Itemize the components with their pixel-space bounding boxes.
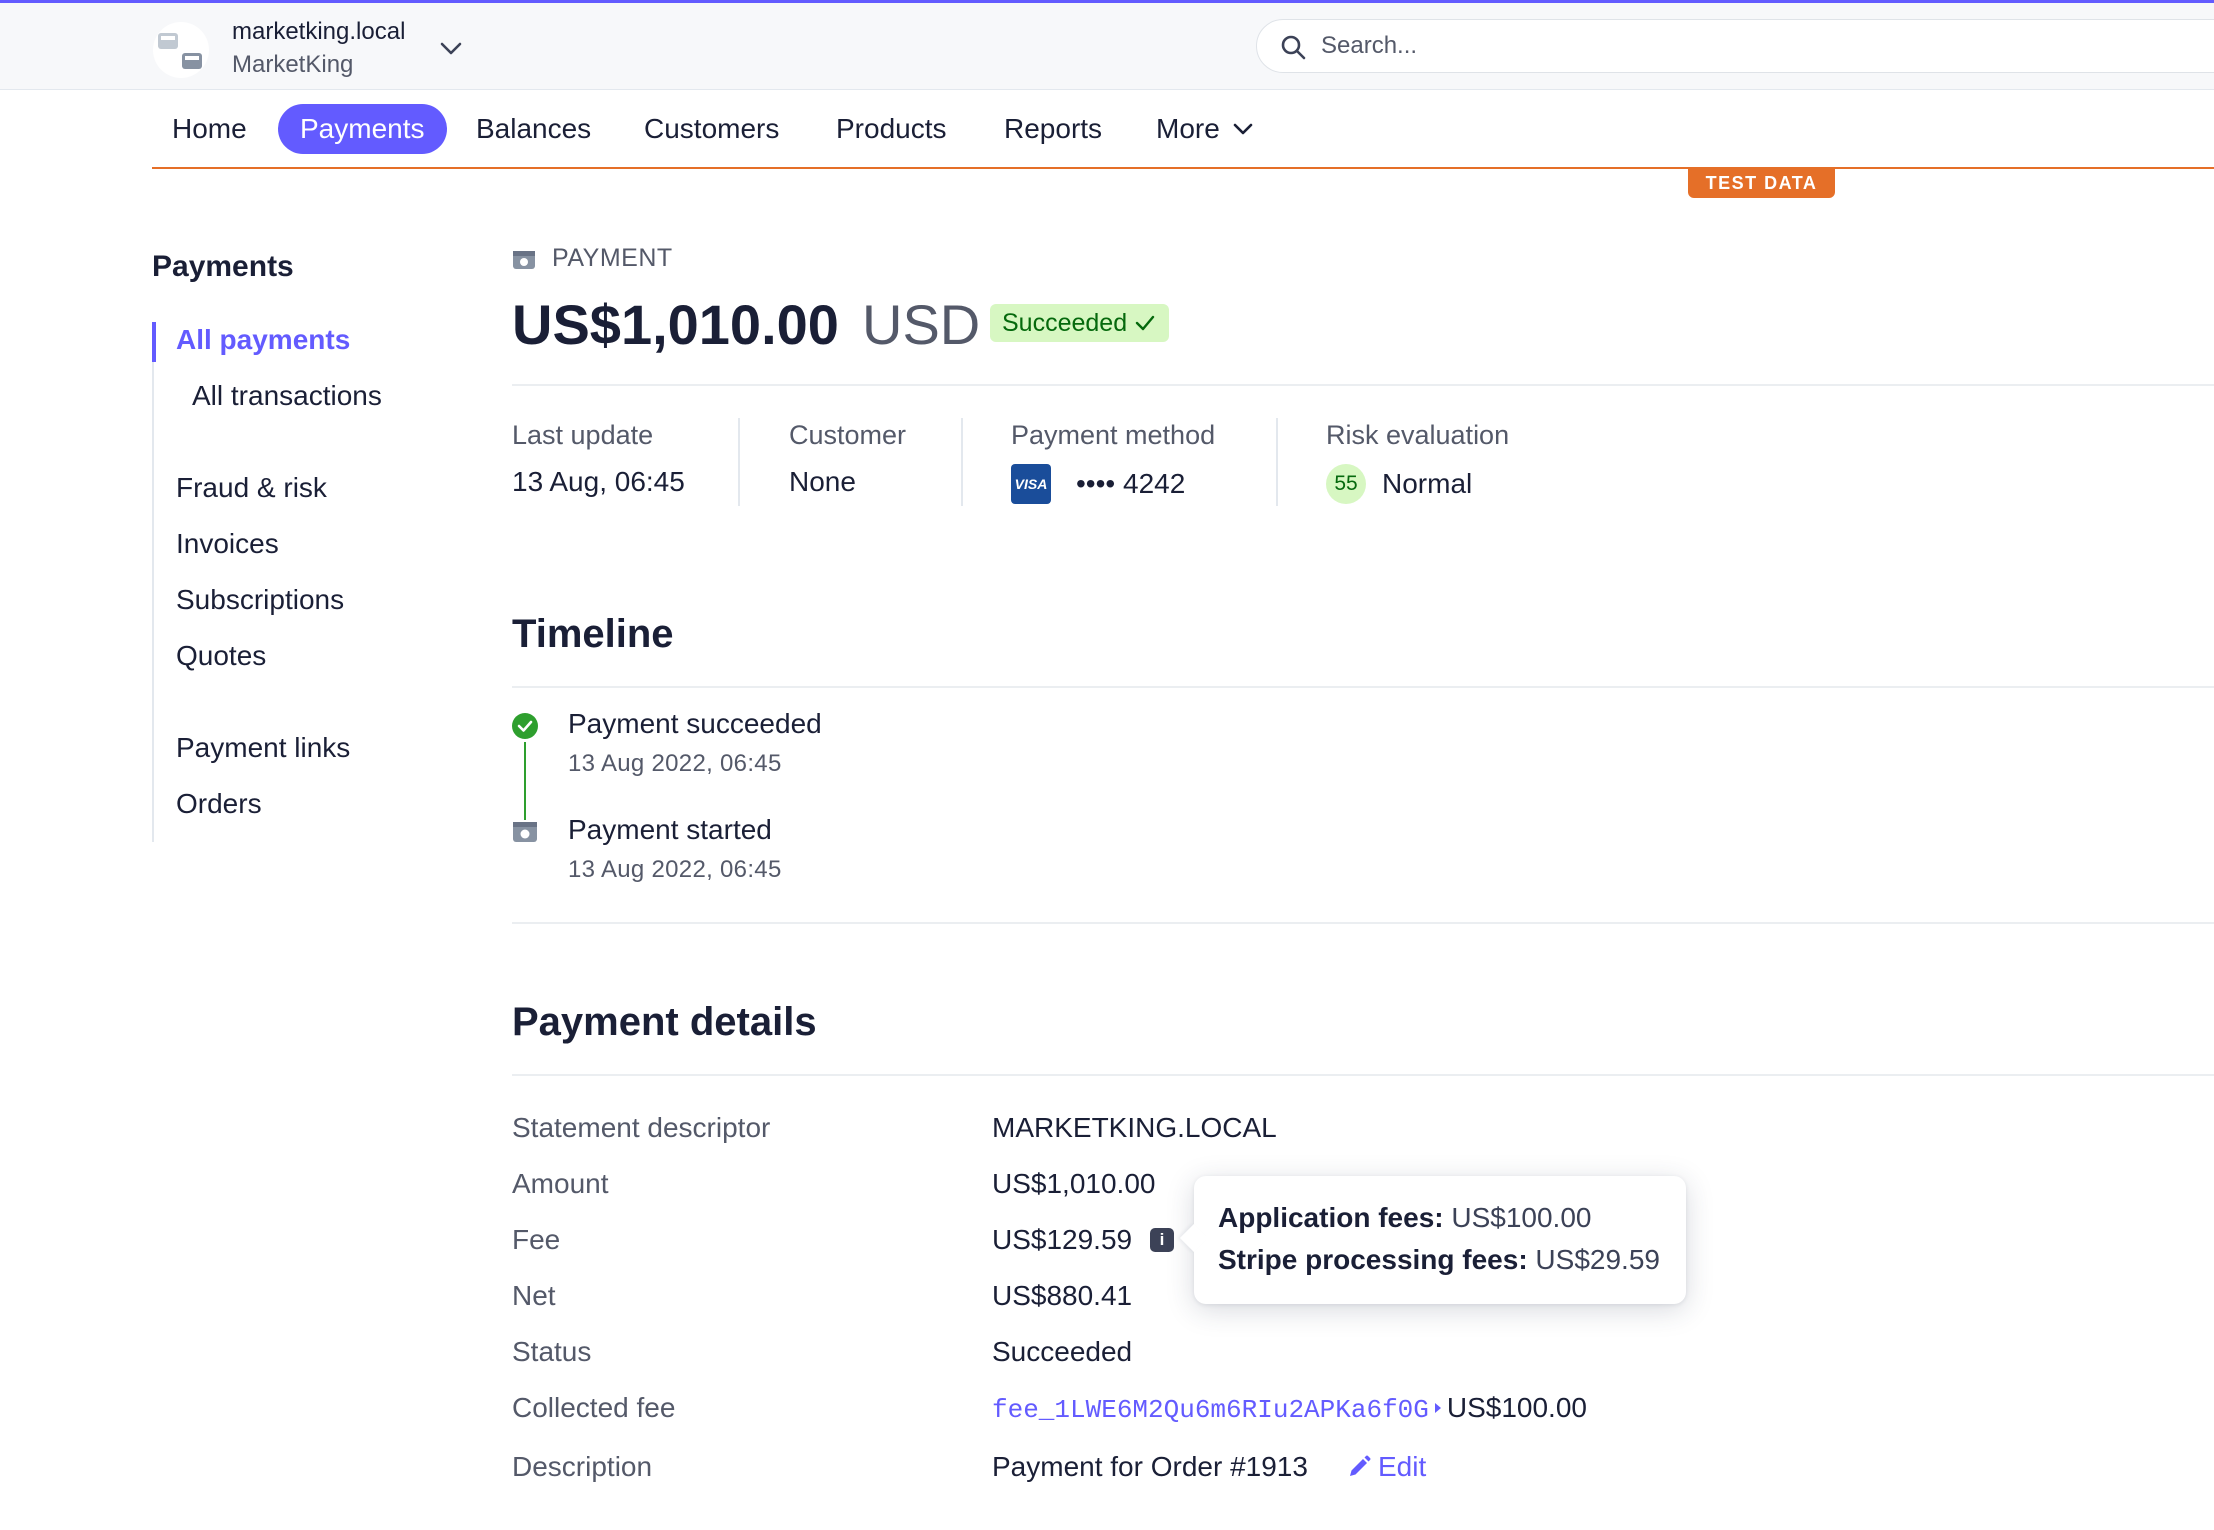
timeline-event-title: Payment started — [568, 814, 772, 845]
risk-score-badge[interactable]: 55 — [1326, 464, 1366, 504]
tooltip-arrow — [1179, 1223, 1209, 1253]
sidebar-item-quotes[interactable]: Quotes — [176, 640, 266, 672]
timeline-event-time: 13 Aug 2022, 06:45 — [568, 856, 782, 883]
amount-value: US$1,010.00 — [992, 1168, 1156, 1199]
collected-fee-link[interactable]: fee_1LWE6M2Qu6m6RIu2APKa6f0G — [992, 1395, 1429, 1425]
customer-value[interactable]: None — [789, 466, 856, 498]
chevron-down-icon — [1233, 123, 1253, 135]
search-box[interactable] — [1256, 19, 2214, 73]
edit-label: Edit — [1378, 1451, 1427, 1482]
timeline-event-title: Payment succeeded — [568, 708, 822, 739]
payment-icon — [513, 251, 535, 269]
processing-fees-label: Stripe processing fees: — [1218, 1244, 1528, 1275]
application-fees-label: Application fees: — [1218, 1202, 1444, 1233]
tab-balances[interactable]: Balances — [454, 104, 613, 154]
sidebar-item-all-payments[interactable]: All payments — [176, 324, 350, 356]
customer-label: Customer — [789, 420, 907, 450]
store-icon[interactable] — [152, 21, 210, 79]
detail-label: Fee — [512, 1224, 561, 1255]
divider — [961, 418, 963, 506]
statement-descriptor-value: MARKETKING.LOCAL — [992, 1112, 1277, 1143]
divider — [512, 686, 2214, 688]
tab-reports[interactable]: Reports — [982, 104, 1124, 154]
tab-home[interactable]: Home — [150, 104, 269, 154]
payment-kicker: PAYMENT — [552, 244, 673, 272]
check-circle-icon — [512, 713, 538, 739]
divider — [512, 1074, 2214, 1076]
account-name[interactable]: MarketKing — [232, 51, 353, 79]
top-bar: marketking.local MarketKing — [0, 3, 2214, 90]
search-icon — [1281, 35, 1306, 60]
test-mode-line — [152, 167, 2214, 169]
detail-label: Amount — [512, 1168, 609, 1199]
collected-fee-value: fee_1LWE6M2Qu6m6RIu2APKa6f0G US$100.00 — [992, 1392, 1587, 1425]
visa-card-icon: VISA — [1011, 464, 1051, 504]
test-data-badge: TEST DATA — [1688, 168, 1835, 198]
detail-label: Collected fee — [512, 1392, 676, 1423]
timeline-event-time: 13 Aug 2022, 06:45 — [568, 750, 782, 777]
processing-fees-value: US$29.59 — [1527, 1244, 1660, 1275]
risk-level[interactable]: Normal — [1382, 468, 1472, 500]
tab-payments[interactable]: Payments — [278, 104, 447, 154]
last-update-value: 13 Aug, 06:45 — [512, 466, 685, 497]
sidebar-item-subscriptions[interactable]: Subscriptions — [176, 584, 344, 616]
sidebar-item-orders[interactable]: Orders — [176, 788, 262, 820]
collected-fee-amount: US$100.00 — [1446, 1392, 1587, 1423]
application-fees-row: Application fees: US$100.00 — [1218, 1202, 1591, 1234]
fee-breakdown-tooltip: Application fees: US$100.00 Stripe proce… — [1179, 1176, 1686, 1304]
detail-label: Net — [512, 1280, 556, 1311]
payment-icon — [513, 822, 537, 842]
status-badge: Succeeded — [990, 304, 1170, 342]
sidebar-title: Payments — [152, 250, 294, 283]
payment-amount: US$1,010.00 — [512, 293, 839, 356]
status-badge-label: Succeeded — [1002, 309, 1128, 337]
tab-customers[interactable]: Customers — [622, 104, 801, 154]
checkmark-icon — [1135, 315, 1155, 331]
edit-description-button[interactable]: Edit — [1346, 1451, 1426, 1483]
tab-more[interactable]: More — [1134, 104, 1278, 154]
sidebar-item-all-transactions[interactable]: All transactions — [192, 380, 382, 412]
payment-currency: USD — [862, 293, 981, 356]
payment-method-label: Payment method — [1011, 420, 1216, 450]
processing-fees-row: Stripe processing fees: US$29.59 — [1218, 1244, 1660, 1276]
info-icon[interactable]: i — [1150, 1228, 1174, 1252]
last-update-label: Last update — [512, 420, 654, 450]
chevron-down-icon[interactable] — [436, 33, 466, 63]
timeline-title: Timeline — [512, 612, 674, 656]
net-value: US$880.41 — [992, 1280, 1133, 1311]
timeline-connector — [524, 742, 526, 820]
detail-label: Statement descriptor — [512, 1112, 771, 1143]
search-input[interactable] — [1321, 26, 1921, 66]
tab-products[interactable]: Products — [814, 104, 969, 154]
pencil-icon — [1350, 1455, 1371, 1476]
divider — [512, 922, 2214, 924]
sidebar-item-fraud-risk[interactable]: Fraud & risk — [176, 472, 327, 504]
account-domain[interactable]: marketking.local — [232, 18, 405, 46]
payment-details-title: Payment details — [512, 1000, 817, 1044]
fee-value: US$129.59 — [992, 1224, 1133, 1255]
tab-more-label: More — [1156, 113, 1220, 144]
detail-label: Description — [512, 1451, 653, 1482]
divider — [512, 384, 2214, 386]
sidebar-rail — [152, 322, 154, 842]
detail-label: Status — [512, 1336, 592, 1367]
risk-evaluation-label: Risk evaluation — [1326, 420, 1510, 450]
sidebar-item-invoices[interactable]: Invoices — [176, 528, 279, 560]
sidebar-active-indicator — [152, 322, 156, 362]
status-value: Succeeded — [992, 1336, 1133, 1367]
sidebar-item-payment-links[interactable]: Payment links — [176, 732, 350, 764]
caret-right-icon — [1434, 1403, 1441, 1413]
card-number[interactable]: •••• 4242 — [1076, 468, 1185, 500]
divider — [1276, 418, 1278, 506]
description-value: Payment for Order #1913 — [992, 1451, 1308, 1482]
application-fees-value: US$100.00 — [1443, 1202, 1592, 1233]
divider — [738, 418, 740, 506]
